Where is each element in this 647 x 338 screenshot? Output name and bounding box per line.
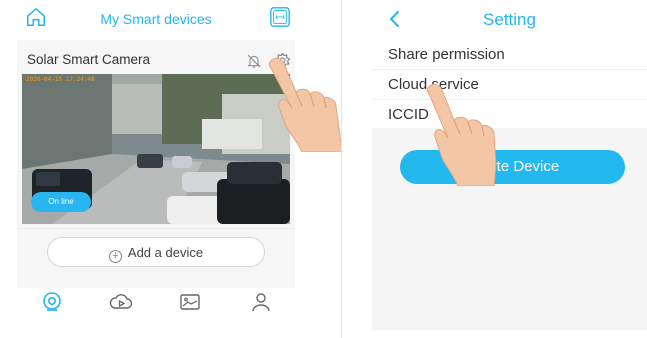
add-device-button[interactable]: + Add a device bbox=[47, 237, 265, 267]
camera-card: Solar Smart Camera 2020-04-15 17:24:48 O… bbox=[17, 40, 295, 228]
cloud-playback-tab-icon[interactable] bbox=[109, 290, 133, 314]
settings-panel: Delete Device bbox=[372, 128, 647, 330]
add-device-label: Add a device bbox=[127, 245, 204, 260]
camera-name: Solar Smart Camera bbox=[27, 52, 151, 67]
scan-icon[interactable] bbox=[269, 6, 291, 28]
page-title: Setting bbox=[483, 10, 536, 29]
status-badge[interactable]: On line bbox=[31, 192, 91, 212]
pointing-hand-illustration bbox=[426, 83, 497, 186]
add-device-area: + Add a device bbox=[17, 228, 295, 288]
top-bar: Setting bbox=[372, 0, 647, 38]
gallery-tab-icon[interactable] bbox=[178, 290, 202, 314]
my-devices-screen: My Smart devices Solar Smart Camera 2020… bbox=[17, 0, 295, 338]
bottom-tab-bar bbox=[17, 290, 295, 320]
screen-divider bbox=[341, 0, 342, 338]
setting-screen: Setting Share permission Cloud service I… bbox=[372, 0, 647, 338]
camera-live-feed[interactable]: 2020-04-15 17:24:48 On line bbox=[22, 74, 290, 224]
profile-tab-icon[interactable] bbox=[249, 290, 273, 314]
top-bar: My Smart devices bbox=[17, 0, 295, 40]
notification-off-icon[interactable] bbox=[246, 53, 262, 69]
plus-icon: + bbox=[108, 250, 122, 263]
menu-item-iccid[interactable]: ICCID bbox=[372, 100, 647, 130]
video-timestamp: 2020-04-15 17:24:48 bbox=[26, 76, 95, 83]
menu-item-share-permission[interactable]: Share permission bbox=[372, 40, 647, 70]
page-title: My Smart devices bbox=[100, 11, 212, 27]
settings-menu: Share permission Cloud service ICCID bbox=[372, 40, 647, 130]
pointing-hand-illustration bbox=[268, 57, 343, 152]
menu-item-cloud-service[interactable]: Cloud service bbox=[372, 70, 647, 100]
camera-tab-icon[interactable] bbox=[40, 290, 64, 314]
